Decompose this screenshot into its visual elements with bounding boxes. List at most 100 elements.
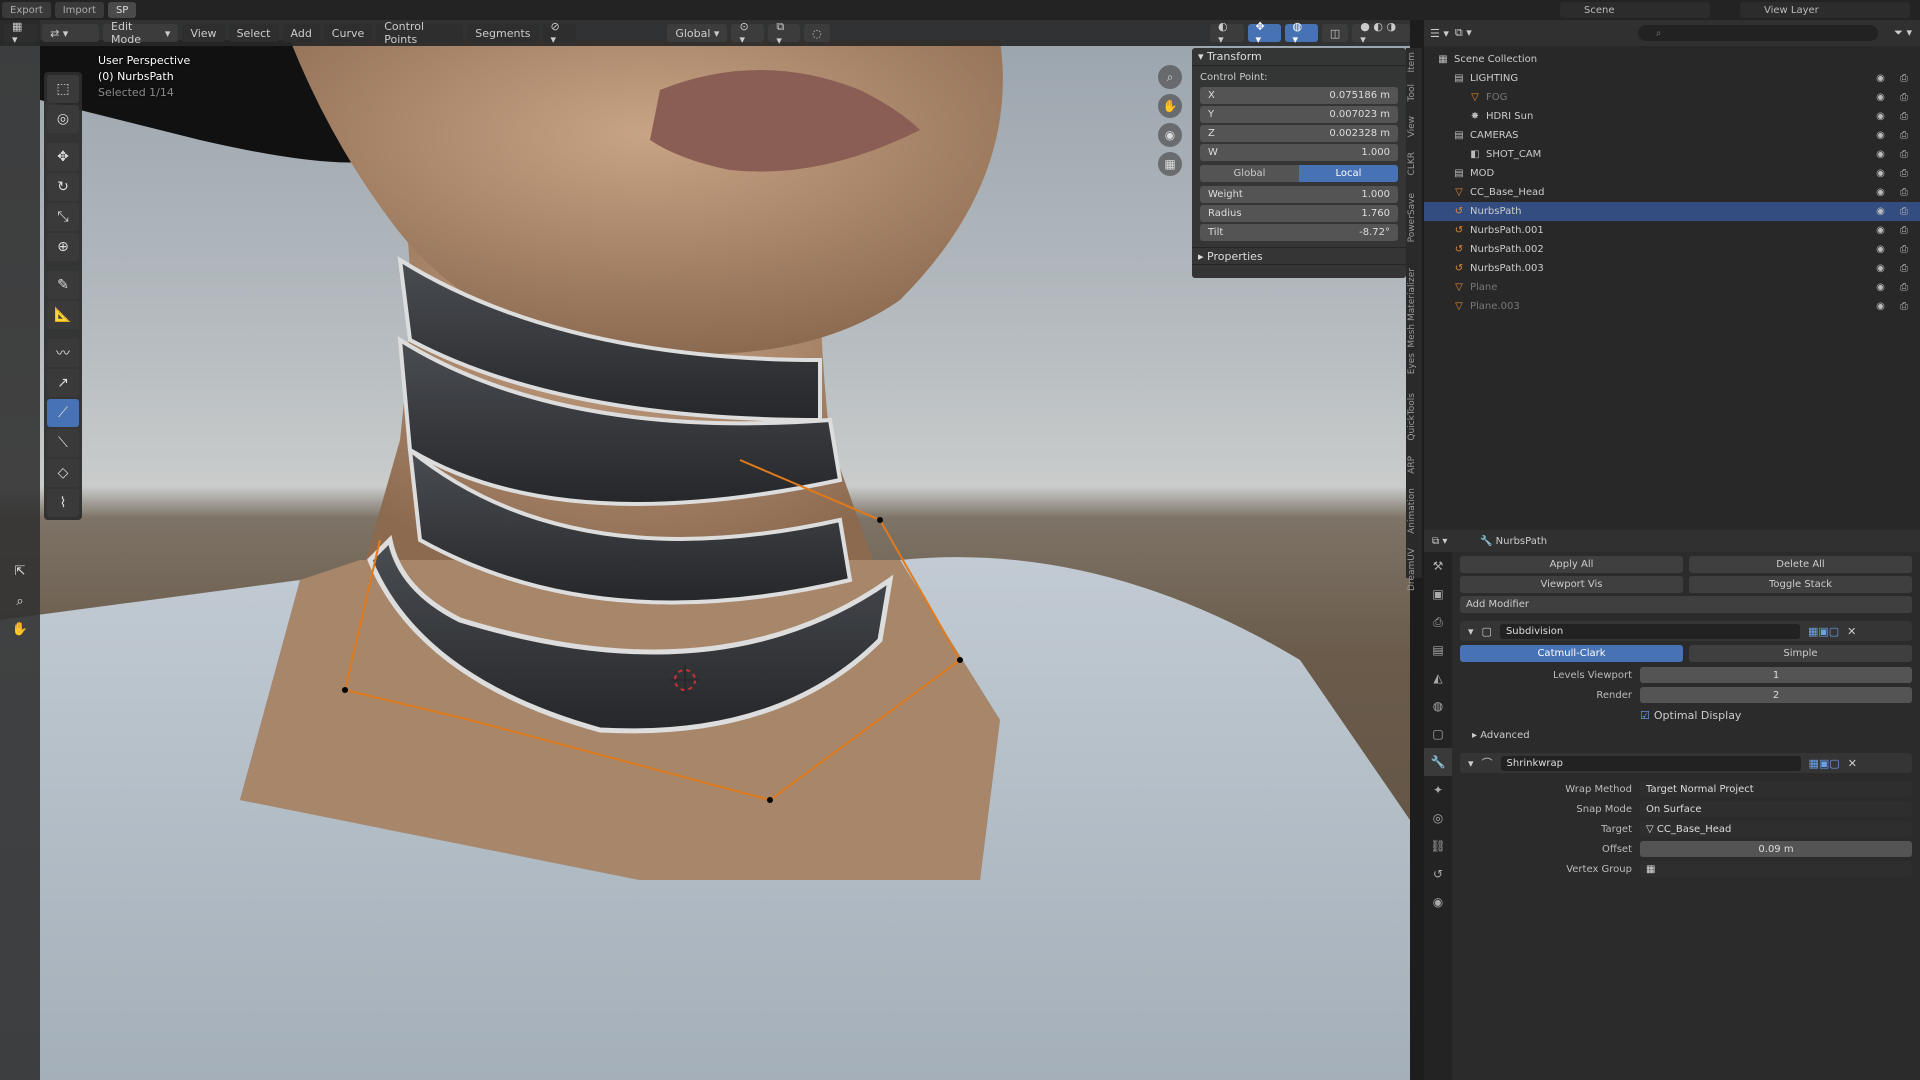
ortho-toggle-icon[interactable]: ▦ (1158, 152, 1182, 176)
sidebar-tab-quicktools[interactable]: QuickTools (1407, 393, 1417, 441)
gizmo-icon[interactable]: ✥ ▾ (1247, 20, 1281, 46)
collapse-chevron-icon[interactable]: ▾ (1468, 757, 1474, 770)
outliner-row[interactable]: ↺ NurbsPath.002 ◉ ⎙ (1424, 240, 1920, 259)
render-tab-icon[interactable]: ▣ (1424, 580, 1452, 608)
menu-segments[interactable]: Segments (467, 24, 539, 42)
viewport-vis-button[interactable]: Viewport Vis (1460, 576, 1683, 593)
sidebar-tab-view[interactable]: View (1407, 116, 1417, 137)
shading-icon[interactable]: ● ◐ ◑ ▾ (1352, 20, 1410, 46)
levels-viewport-field[interactable]: 1 (1640, 667, 1912, 683)
sidebar-tab-eyes[interactable]: Eyes (1407, 353, 1417, 374)
menu-view[interactable]: View (182, 24, 225, 42)
physics-tab-icon[interactable]: ◎ (1424, 804, 1452, 832)
proportional-edit-icon[interactable]: ◌ (804, 24, 830, 42)
constraints-tab-icon[interactable]: ⛓ (1424, 832, 1452, 860)
xray-icon[interactable]: ◫ (1321, 24, 1349, 42)
tool-tab-icon[interactable]: ⚒ (1424, 552, 1452, 580)
visibility-eye-icon[interactable]: ◉ ⎙ (1876, 130, 1914, 141)
subdivision-modifier-header[interactable]: ▾ ▢ Subdivision ▦▣▢ ✕ (1460, 621, 1912, 641)
zoom-icon[interactable]: ⌕ (6, 590, 34, 612)
field-weight[interactable]: Weight 1.000 (1200, 186, 1398, 203)
wrap-method-dropdown[interactable]: Target Normal Project (1640, 781, 1912, 797)
tilt-icon[interactable]: ⟍ (47, 429, 79, 457)
editor-type-menu-button[interactable]: ⇄ ▾ (42, 24, 100, 42)
curve-pen-icon[interactable]: ⌇ (47, 489, 79, 517)
shrinkwrap-name-field[interactable]: Shrinkwrap (1500, 755, 1801, 771)
modifier-visibility-icons[interactable]: ▦▣▢ (1808, 625, 1839, 638)
draw-curve-icon[interactable]: 〰 (47, 339, 79, 367)
measure-icon[interactable]: 📐 (47, 301, 79, 329)
pan-view-icon[interactable]: ✋ (1158, 94, 1182, 118)
sidebar-tab-powersave[interactable]: PowerSave (1407, 193, 1417, 242)
sidebar-tab-arp[interactable]: ARP (1407, 456, 1417, 474)
visibility-eye-icon[interactable]: ◉ ⎙ (1876, 301, 1914, 312)
visibility-eye-icon[interactable]: ◉ ⎙ (1876, 111, 1914, 122)
outliner-row[interactable]: ▤ MOD ◉ ⎙ (1424, 164, 1920, 183)
outliner-row[interactable]: ▽ Plane.003 ◉ ⎙ (1424, 297, 1920, 316)
filter-icon[interactable]: ⏷ ▾ (1894, 26, 1912, 40)
outliner-row[interactable]: ↺ NurbsPath.001 ◉ ⎙ (1424, 221, 1920, 240)
field-x[interactable]: X 0.075186 m (1200, 87, 1398, 104)
field-y[interactable]: Y 0.007023 m (1200, 106, 1398, 123)
modifier-tab-icon[interactable]: 🔧 (1424, 748, 1452, 776)
shrinkwrap-modifier-header[interactable]: ▾ ⌒ Shrinkwrap ▦▣▢ ✕ (1460, 753, 1912, 773)
render-levels-field[interactable]: 2 (1640, 687, 1912, 703)
outliner-editor-icon[interactable]: ☰ ▾ (1430, 27, 1449, 40)
outliner-row[interactable]: ▽ Plane ◉ ⎙ (1424, 278, 1920, 297)
properties-header[interactable]: ▸ Properties (1192, 247, 1406, 265)
outliner-row[interactable]: ↺ NurbsPath ◉ ⎙ (1424, 202, 1920, 221)
close-icon[interactable]: ✕ (1848, 757, 1857, 770)
close-icon[interactable]: ✕ (1847, 625, 1856, 638)
overlay-icon[interactable]: ◍ ▾ (1284, 20, 1318, 46)
outliner-row[interactable]: ◧ SHOT_CAM ◉ ⎙ (1424, 145, 1920, 164)
visibility-eye-icon[interactable]: ◉ ⎙ (1876, 244, 1914, 255)
visibility-eye-icon[interactable]: ◉ ⎙ (1876, 263, 1914, 274)
advanced-subpanel[interactable]: ▸ Advanced (1460, 725, 1912, 745)
cursor-icon[interactable]: ◎ (47, 105, 79, 133)
outliner-row[interactable]: ▤ LIGHTING ◉ ⎙ (1424, 69, 1920, 88)
visibility-eye-icon[interactable]: ◉ ⎙ (1876, 168, 1914, 179)
sidebar-tab-dreamuv[interactable]: DreamUV (1407, 548, 1417, 591)
subdivision-name-field[interactable]: Subdivision (1499, 623, 1800, 639)
field-tilt[interactable]: Tilt -8.72° (1200, 224, 1398, 241)
rotate-icon[interactable]: ↻ (47, 173, 79, 201)
outliner-row[interactable]: ▤ CAMERAS ◉ ⎙ (1424, 126, 1920, 145)
outliner-search-input[interactable]: ⌕ (1637, 25, 1878, 41)
delete-all-button[interactable]: Delete All (1689, 556, 1912, 573)
collapse-chevron-icon[interactable]: ▾ (1468, 625, 1474, 638)
snap-icon[interactable]: ⧉ ▾ (768, 20, 801, 47)
outliner-row[interactable]: ↺ NurbsPath.003 ◉ ⎙ (1424, 259, 1920, 278)
field-z[interactable]: Z 0.002328 m (1200, 125, 1398, 142)
sidebar-tab-animation[interactable]: Animation (1407, 488, 1417, 534)
apply-all-button[interactable]: Apply All (1460, 556, 1683, 573)
sidebar-tab-clkr[interactable]: CLKR (1407, 152, 1417, 175)
view-layer-tab-icon[interactable]: ▤ (1424, 636, 1452, 664)
field-w[interactable]: W 1.000 (1200, 144, 1398, 161)
select-box-icon[interactable]: ⬚ (47, 75, 79, 103)
menu-curve[interactable]: Curve (323, 24, 373, 42)
control-point[interactable] (342, 687, 348, 693)
tab-sp[interactable]: SP (107, 2, 137, 18)
material-tab-icon[interactable]: ◉ (1424, 888, 1452, 916)
randomize-icon[interactable]: ◇ (47, 459, 79, 487)
space-global-button[interactable]: Global (1200, 165, 1299, 182)
control-point[interactable] (767, 797, 773, 803)
annotate-icon[interactable]: ✎ (47, 271, 79, 299)
control-point[interactable] (877, 517, 883, 523)
visibility-eye-icon[interactable]: ◉ ⎙ (1876, 225, 1914, 236)
sidebar-tab-tool[interactable]: Tool (1407, 84, 1417, 101)
transform-header[interactable]: ▾ Transform (1192, 48, 1406, 66)
world-tab-icon[interactable]: ◍ (1424, 692, 1452, 720)
checkbox-checked-icon[interactable]: ☑ (1640, 709, 1650, 722)
menu-select[interactable]: Select (228, 24, 279, 42)
data-tab-icon[interactable]: ↺ (1424, 860, 1452, 888)
visibility-eye-icon[interactable]: ◉ ⎙ (1876, 206, 1914, 217)
tab-export[interactable]: Export (2, 2, 51, 18)
menu-control-points[interactable]: Control Points (376, 20, 464, 46)
visibility-eye-icon[interactable]: ◉ ⎙ (1876, 187, 1914, 198)
space-local-button[interactable]: Local (1299, 165, 1398, 182)
visibility-eye-icon[interactable]: ◉ ⎙ (1876, 149, 1914, 160)
scale-icon[interactable]: ⤡ (47, 203, 79, 231)
move-icon[interactable]: ✥ (47, 143, 79, 171)
outliner-row[interactable]: ✸ HDRI Sun ◉ ⎙ (1424, 107, 1920, 126)
